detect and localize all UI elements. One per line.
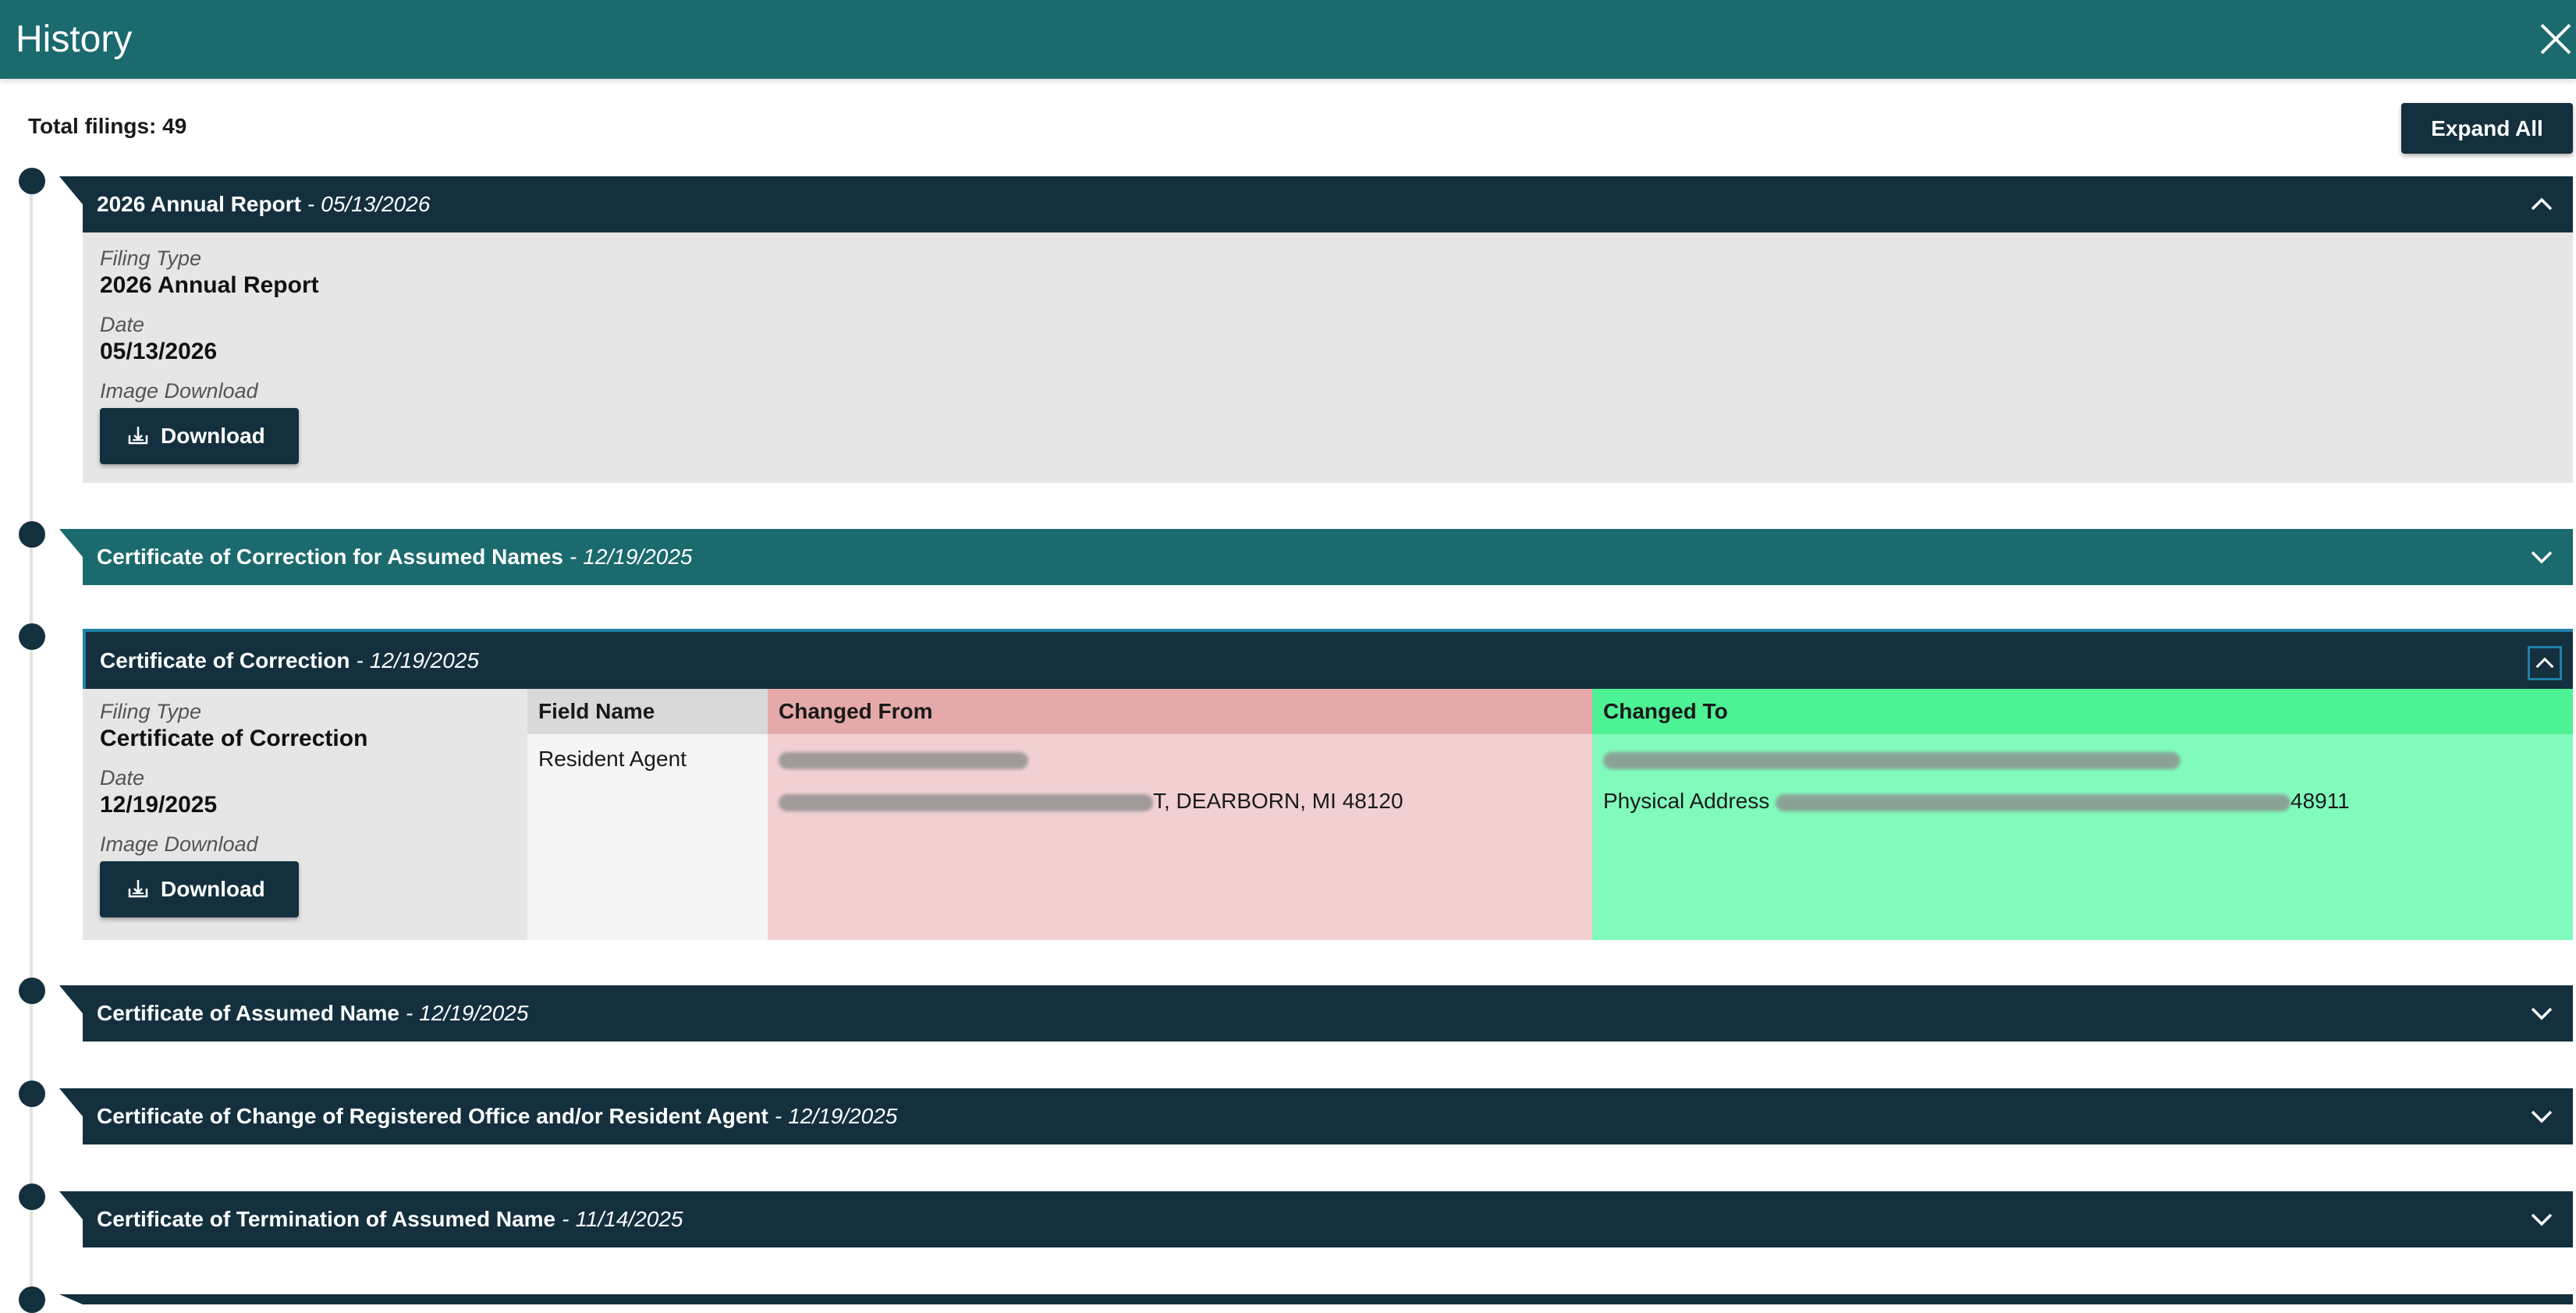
- redacted-text: [1603, 751, 2180, 769]
- filing-date-value: 12/19/2025: [100, 792, 218, 818]
- filing-name: Certificate of Correction: [100, 648, 350, 672]
- filing-header[interactable]: [59, 1294, 2573, 1304]
- filing-header[interactable]: Certificate of Change of Registered Offi…: [59, 1088, 2573, 1144]
- chevron-down-icon[interactable]: [2528, 543, 2556, 571]
- filing-date: 05/13/2026: [321, 192, 431, 216]
- redacted-text: [779, 793, 1153, 811]
- redacted-text: [1776, 793, 2290, 811]
- filing-date: 12/19/2025: [369, 648, 479, 672]
- filing-header[interactable]: 2026 Annual Report - 05/13/2026: [59, 176, 2573, 232]
- filing-date: 12/19/2025: [583, 545, 693, 569]
- filing-type-value: Certificate of Correction: [100, 726, 368, 751]
- chevron-up-icon[interactable]: [2528, 190, 2556, 218]
- timeline-dot: [19, 1081, 45, 1107]
- total-filings: Total filings: 49: [28, 114, 187, 138]
- changed-from-cell: T, DEARBORN, MI 48120: [768, 734, 1592, 940]
- filing-name: Certificate of Assumed Name: [97, 1001, 399, 1025]
- changes-table: Field Name Changed From Changed To Resid…: [527, 689, 2573, 940]
- history-header: History: [0, 0, 2576, 79]
- chevron-up-icon[interactable]: [2528, 646, 2562, 680]
- filing-date: 12/19/2025: [788, 1104, 898, 1128]
- timeline-dot: [19, 168, 45, 194]
- timeline-dot: [19, 623, 45, 650]
- filing-header[interactable]: Certificate of Assumed Name - 12/19/2025: [59, 985, 2573, 1042]
- timeline-dot: [19, 1183, 45, 1210]
- column-header-field-name: Field Name: [527, 689, 768, 734]
- column-header-changed-from: Changed From: [768, 689, 1592, 734]
- filing-name: 2026 Annual Report: [97, 192, 301, 216]
- redacted-text: [779, 751, 1028, 769]
- timeline-line: [30, 172, 33, 1304]
- filing-header[interactable]: Certificate of Correction - 12/19/2025: [83, 629, 2573, 690]
- download-button[interactable]: Download: [100, 408, 299, 464]
- download-button[interactable]: Download: [100, 861, 299, 917]
- close-icon[interactable]: [2535, 19, 2576, 59]
- column-header-changed-to: Changed To: [1592, 689, 2573, 734]
- timeline-dot: [19, 978, 45, 1004]
- filing-header[interactable]: Certificate of Correction for Assumed Na…: [59, 529, 2573, 585]
- filing-name: Certificate of Termination of Assumed Na…: [97, 1207, 556, 1231]
- download-tray-icon: [128, 880, 148, 898]
- download-tray-icon: [128, 427, 148, 445]
- timeline-dot: [19, 521, 45, 548]
- changed-to-cell: Physical Address 48911: [1592, 734, 2573, 940]
- field-name-cell: Resident Agent: [527, 734, 768, 940]
- page-title: History: [16, 19, 133, 60]
- filing-type-value: 2026 Annual Report: [100, 272, 319, 298]
- filing-date-value: 05/13/2026: [100, 339, 218, 364]
- chevron-down-icon[interactable]: [2528, 1205, 2556, 1233]
- filing-name: Certificate of Change of Registered Offi…: [97, 1104, 768, 1128]
- filing-details: Filing Type Certificate of Correction Da…: [83, 689, 527, 940]
- filing-details: Filing Type 2026 Annual Report Date 05/1…: [83, 232, 2573, 483]
- timeline-dot: [19, 1286, 45, 1313]
- filing-date: 12/19/2025: [419, 1001, 529, 1025]
- chevron-down-icon[interactable]: [2528, 1102, 2556, 1130]
- filing-name: Certificate of Correction for Assumed Na…: [97, 545, 563, 569]
- expand-all-button[interactable]: Expand All: [2401, 103, 2573, 154]
- filing-date: 11/14/2025: [575, 1207, 683, 1231]
- filing-header[interactable]: Certificate of Termination of Assumed Na…: [59, 1191, 2573, 1247]
- chevron-down-icon[interactable]: [2528, 999, 2556, 1027]
